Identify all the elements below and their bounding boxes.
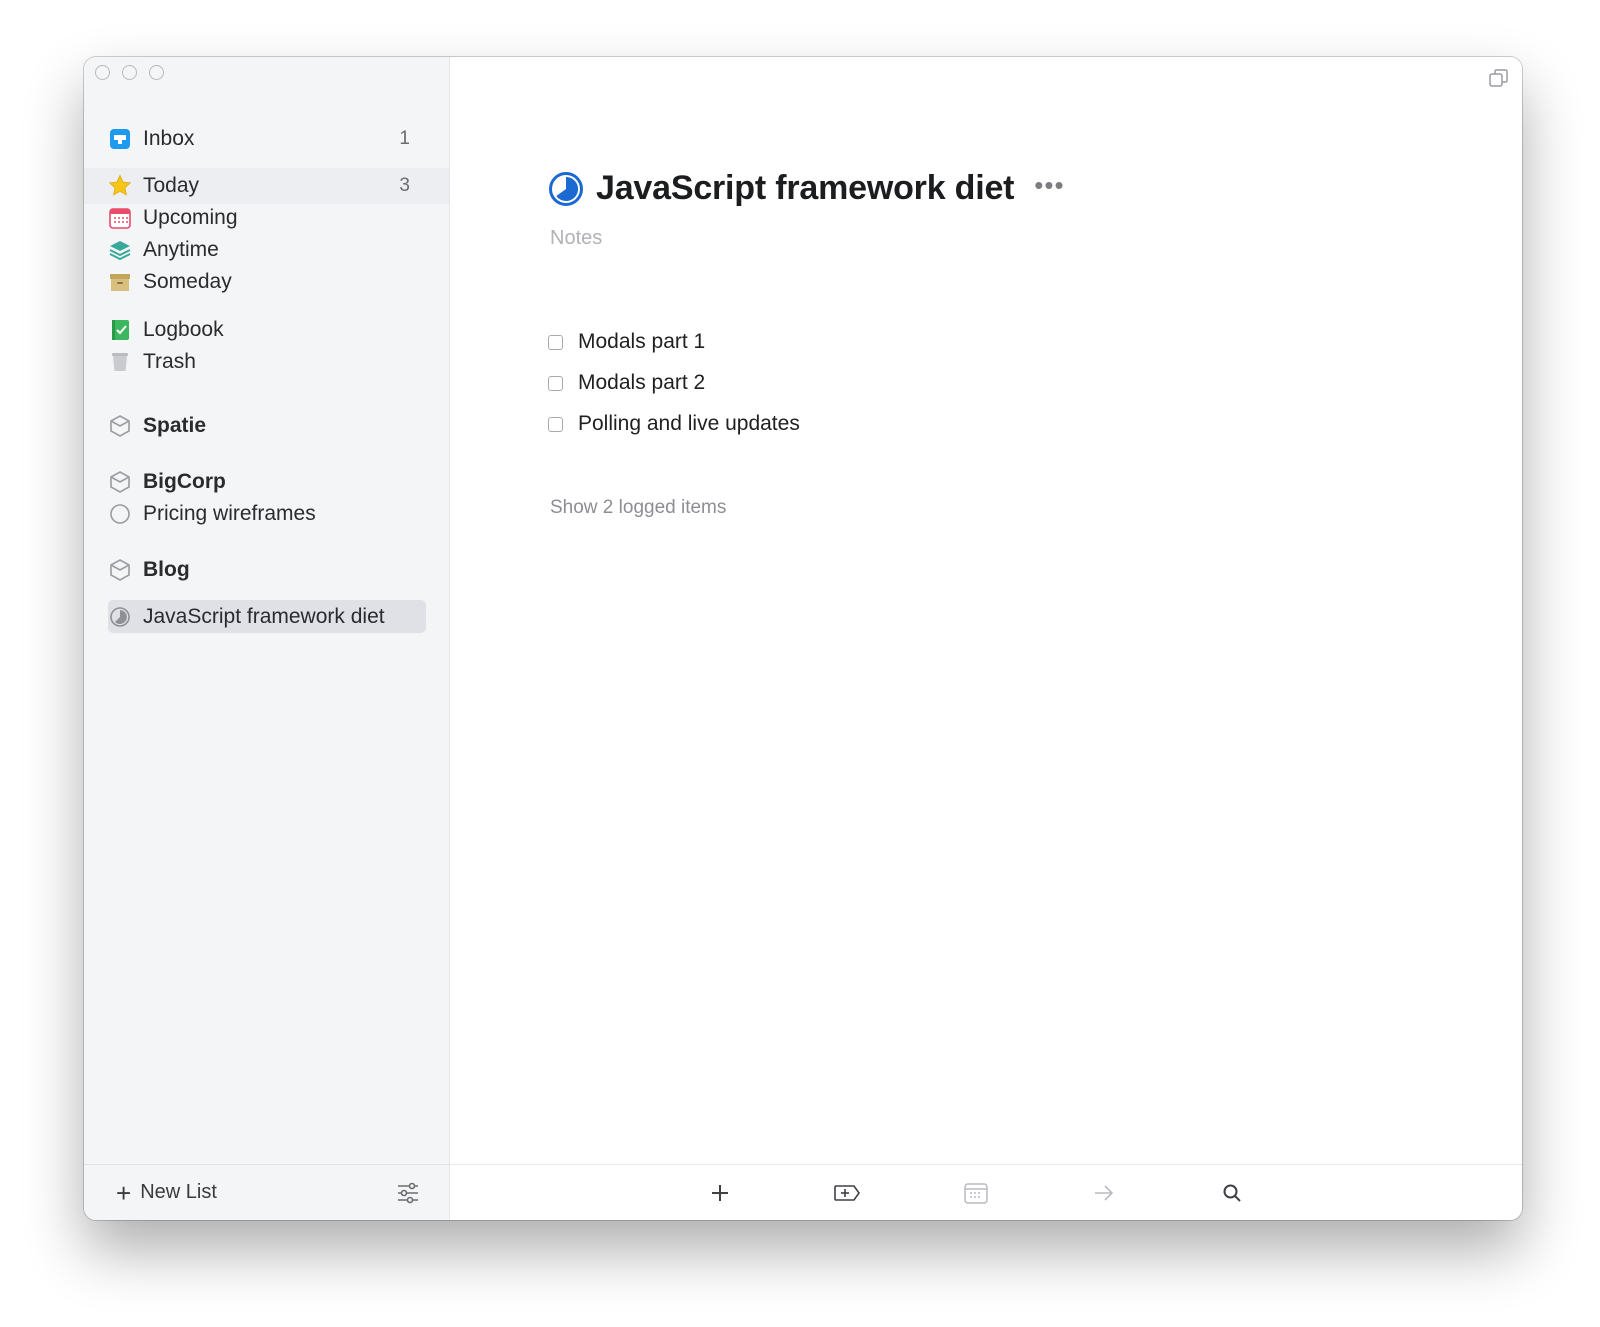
- sidebar-item-someday[interactable]: Someday: [108, 266, 424, 298]
- todo-item[interactable]: Modals part 1: [548, 327, 705, 357]
- project-pricing-wireframes[interactable]: Pricing wireframes: [108, 498, 424, 530]
- notes-field[interactable]: Notes: [550, 227, 602, 250]
- archive-box-icon: [108, 270, 132, 294]
- inbox-icon: [108, 127, 132, 151]
- project-header: JavaScript framework diet •••: [548, 169, 1065, 208]
- main-content: JavaScript framework diet ••• Notes Moda…: [450, 57, 1522, 1220]
- new-list-button[interactable]: + New List: [116, 1180, 217, 1206]
- inbox-count: 1: [399, 128, 410, 149]
- sidebar-item-label: Anytime: [143, 238, 219, 261]
- project-progress-icon: [108, 605, 132, 629]
- project-label: JavaScript framework diet: [143, 605, 385, 628]
- todo-title: Polling and live updates: [578, 412, 800, 435]
- layers-icon: [108, 238, 132, 262]
- sidebar-item-label: Upcoming: [143, 206, 238, 229]
- project-progress-icon: [108, 502, 132, 526]
- sidebar-footer: + New List: [84, 1164, 449, 1220]
- zoom-window-button[interactable]: [149, 65, 164, 80]
- project-javascript-framework-diet[interactable]: JavaScript framework diet: [108, 601, 424, 633]
- logbook-icon: [108, 318, 132, 342]
- window-mode-icon[interactable]: [1488, 67, 1510, 89]
- area-cube-icon: [108, 414, 132, 438]
- sidebar-item-label: Today: [143, 174, 200, 197]
- today-count: 3: [399, 175, 410, 196]
- area-blog[interactable]: Blog: [108, 554, 424, 586]
- sidebar-item-today[interactable]: Today 3: [108, 170, 424, 202]
- todo-item[interactable]: Modals part 2: [548, 368, 705, 398]
- show-logged-items-link[interactable]: Show 2 logged items: [550, 497, 726, 519]
- area-spatie[interactable]: Spatie: [108, 410, 424, 442]
- add-heading-icon[interactable]: [833, 1179, 861, 1207]
- sidebar-item-label: Trash: [143, 350, 196, 373]
- area-label: Blog: [143, 558, 190, 581]
- sidebar-item-label: Someday: [143, 270, 232, 293]
- trash-icon: [108, 350, 132, 374]
- sidebar-item-trash[interactable]: Trash: [108, 346, 424, 378]
- sidebar-item-label: Inbox: [143, 127, 195, 150]
- app-window: Inbox 1 Today 3 Upcoming Anytime Someday…: [84, 57, 1522, 1220]
- project-label: Pricing wireframes: [143, 502, 316, 525]
- sidebar-item-inbox[interactable]: Inbox 1: [108, 123, 424, 155]
- area-label: BigCorp: [143, 470, 226, 493]
- todo-checkbox[interactable]: [548, 334, 563, 350]
- area-bigcorp[interactable]: BigCorp: [108, 466, 424, 498]
- todo-item[interactable]: Polling and live updates: [548, 409, 800, 439]
- more-options-icon[interactable]: •••: [1034, 172, 1064, 198]
- move-arrow-icon[interactable]: [1090, 1179, 1118, 1207]
- add-todo-icon[interactable]: [706, 1179, 734, 1207]
- todo-title: Modals part 2: [578, 371, 706, 394]
- star-icon: [108, 174, 132, 198]
- todo-checkbox[interactable]: [548, 375, 563, 391]
- todo-title: Modals part 1: [578, 330, 706, 353]
- settings-sliders-icon[interactable]: [395, 1180, 421, 1206]
- sidebar-item-anytime[interactable]: Anytime: [108, 234, 424, 266]
- calendar-icon[interactable]: [962, 1179, 990, 1207]
- area-cube-icon: [108, 558, 132, 582]
- area-cube-icon: [108, 470, 132, 494]
- minimize-window-button[interactable]: [122, 65, 137, 80]
- page-title[interactable]: JavaScript framework diet: [596, 169, 1014, 208]
- close-window-button[interactable]: [95, 65, 110, 80]
- sidebar-item-label: Logbook: [143, 318, 224, 341]
- bottom-toolbar: [450, 1164, 1522, 1220]
- calendar-icon: [108, 206, 132, 230]
- todo-checkbox[interactable]: [548, 416, 563, 432]
- search-icon[interactable]: [1218, 1179, 1246, 1207]
- sidebar-item-upcoming[interactable]: Upcoming: [108, 202, 424, 234]
- plus-icon: +: [116, 1177, 132, 1208]
- area-label: Spatie: [143, 414, 207, 437]
- project-progress-icon[interactable]: [548, 171, 584, 207]
- window-controls: [95, 65, 164, 80]
- sidebar: Inbox 1 Today 3 Upcoming Anytime Someday…: [84, 57, 450, 1220]
- sidebar-item-logbook[interactable]: Logbook: [108, 314, 424, 346]
- new-list-label: New List: [140, 1181, 217, 1203]
